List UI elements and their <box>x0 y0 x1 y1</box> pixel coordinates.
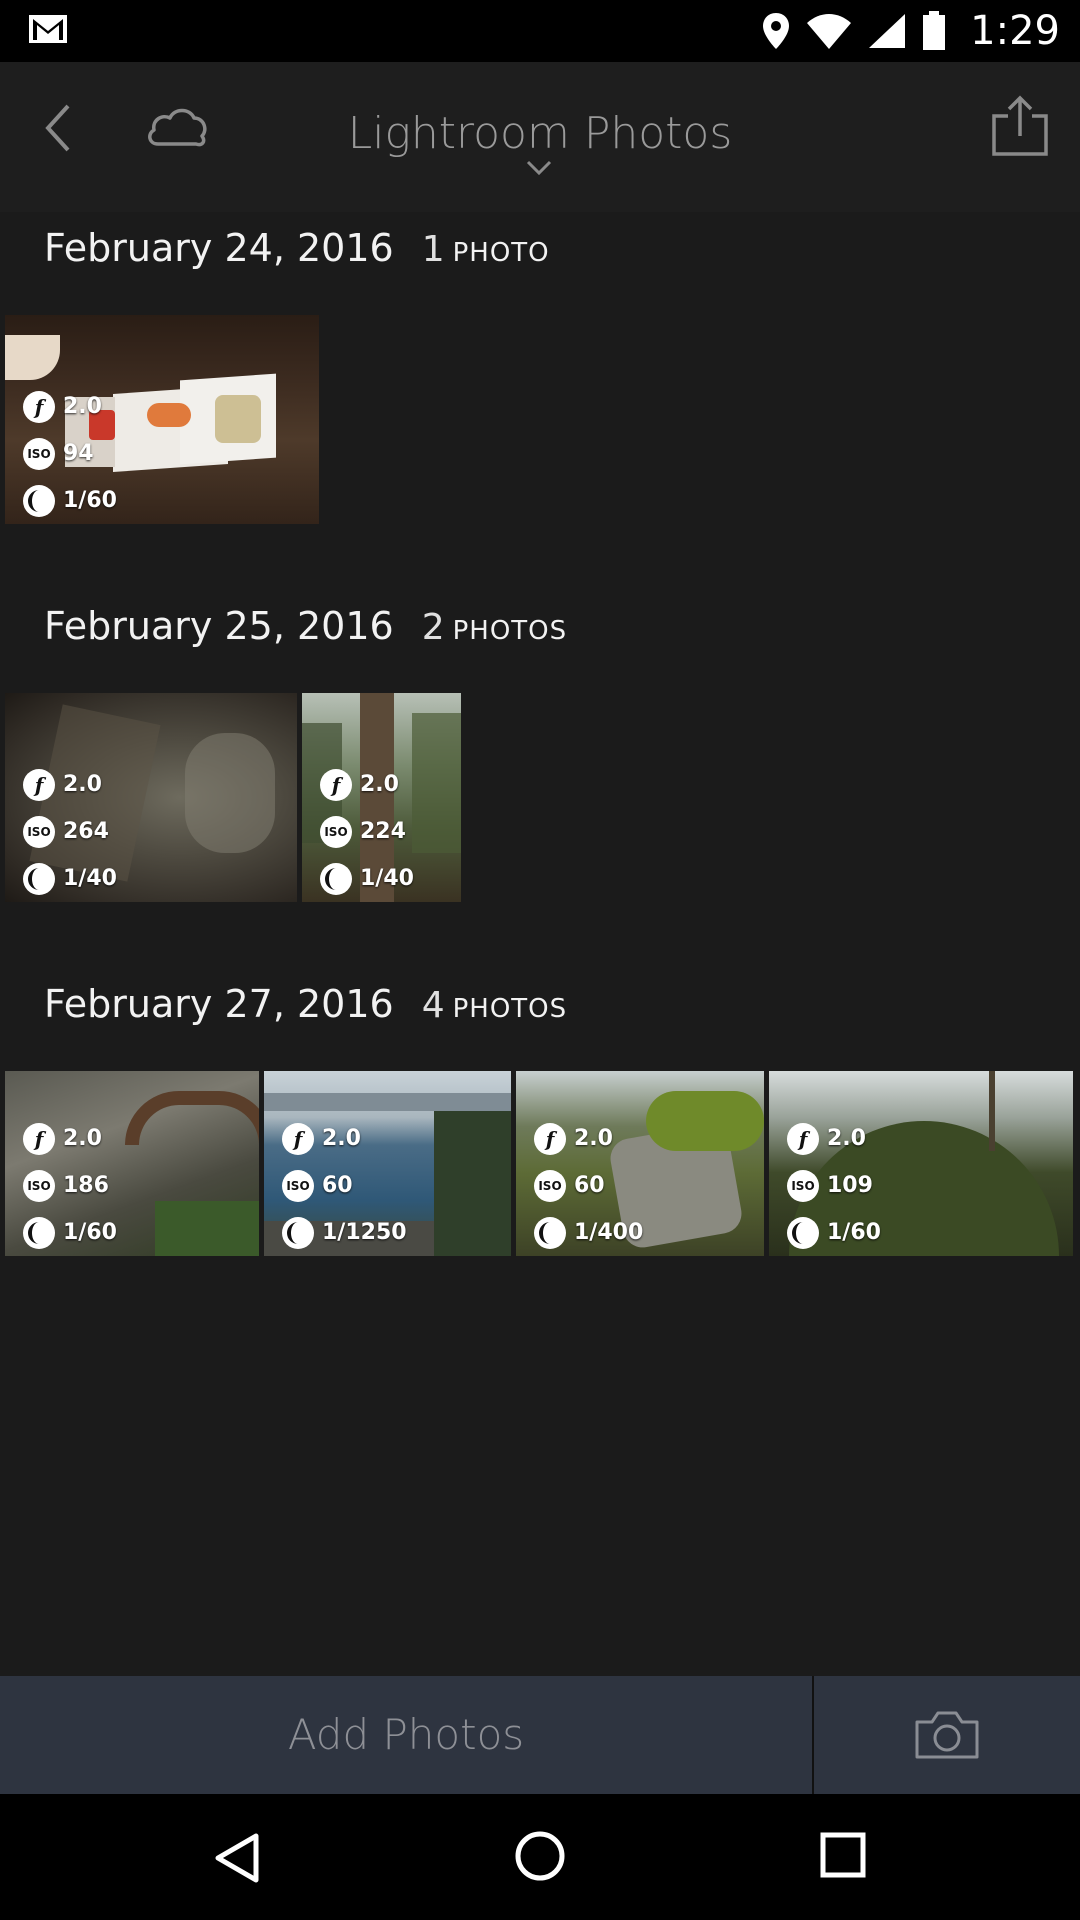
add-photos-button[interactable]: Add Photos <box>0 1676 812 1794</box>
gmail-icon <box>29 15 67 43</box>
shutter-value: 1/1250 <box>322 1220 407 1245</box>
add-photos-label: Add Photos <box>287 1710 525 1759</box>
iso-icon: ISO <box>23 1169 55 1202</box>
shutter-speed-icon <box>282 1216 314 1249</box>
shutter-value: 1/400 <box>574 1220 644 1245</box>
iso-icon: ISO <box>534 1169 566 1202</box>
iso-icon: ISO <box>23 815 55 848</box>
aperture-icon: f <box>320 768 352 801</box>
nav-home-icon[interactable] <box>514 1830 566 1882</box>
group-header: February 24, 2016 1 PHOTO <box>44 226 550 270</box>
aperture-value: 2.0 <box>63 772 102 797</box>
group-header: February 27, 2016 4 PHOTOS <box>44 982 567 1026</box>
aperture-icon: f <box>23 1122 55 1155</box>
photo-metadata: f 2.0 ISO 60 1/1250 <box>282 1115 407 1256</box>
iso-icon: ISO <box>23 437 55 470</box>
status-time: 1:29 <box>970 8 1060 54</box>
shutter-value: 1/60 <box>63 488 117 513</box>
photo-thumbnail[interactable]: f 2.0 ISO 109 1/60 <box>769 1071 1073 1256</box>
aperture-icon: f <box>23 390 55 423</box>
aperture-icon: f <box>787 1122 819 1155</box>
photo-metadata: f 2.0 ISO 224 1/40 <box>320 761 414 902</box>
photo-thumbnail[interactable]: f 2.0 ISO 186 1/60 <box>5 1071 259 1256</box>
photo-metadata: f 2.0 ISO 94 1/60 <box>23 383 117 524</box>
photo-metadata: f 2.0 ISO 60 1/400 <box>534 1115 643 1256</box>
shutter-speed-icon <box>787 1216 819 1249</box>
share-icon[interactable] <box>990 92 1050 162</box>
aperture-icon: f <box>282 1122 314 1155</box>
photo-thumbnail[interactable]: f 2.0 ISO 264 1/40 <box>5 693 297 902</box>
cell-signal-icon <box>869 14 906 48</box>
aperture-value: 2.0 <box>63 1126 102 1151</box>
aperture-value: 2.0 <box>360 772 399 797</box>
battery-icon <box>923 11 946 50</box>
aperture-value: 2.0 <box>322 1126 361 1151</box>
shutter-value: 1/40 <box>360 866 414 891</box>
aperture-icon: f <box>23 768 55 801</box>
shutter-value: 1/60 <box>827 1220 881 1245</box>
group-count: 1 <box>421 229 445 270</box>
group-count-unit: PHOTOS <box>452 994 568 1024</box>
group-date: February 25, 2016 <box>44 604 394 648</box>
photo-metadata: f 2.0 ISO 109 1/60 <box>787 1115 881 1256</box>
app-bar: Lightroom Photos <box>0 62 1080 212</box>
shutter-speed-icon <box>23 484 55 517</box>
iso-value: 109 <box>827 1173 873 1198</box>
iso-value: 186 <box>63 1173 109 1198</box>
group-date: February 27, 2016 <box>44 982 394 1026</box>
chevron-down-icon[interactable] <box>526 158 552 178</box>
iso-value: 264 <box>63 819 109 844</box>
iso-icon: ISO <box>282 1169 314 1202</box>
iso-value: 60 <box>322 1173 353 1198</box>
group-count-unit: PHOTOS <box>452 616 568 646</box>
shutter-speed-icon <box>23 862 55 895</box>
group-date: February 24, 2016 <box>44 226 394 270</box>
group-header: February 25, 2016 2 PHOTOS <box>44 604 567 648</box>
photo-metadata: f 2.0 ISO 264 1/40 <box>23 761 117 902</box>
page-title[interactable]: Lightroom Photos <box>0 108 1080 159</box>
group-count: 4 <box>421 985 445 1026</box>
shutter-speed-icon <box>320 862 352 895</box>
group-count-unit: PHOTO <box>452 238 550 268</box>
photo-metadata: f 2.0 ISO 186 1/60 <box>23 1115 117 1256</box>
camera-button[interactable] <box>814 1676 1080 1794</box>
aperture-value: 2.0 <box>63 394 102 419</box>
navigation-bar <box>0 1794 1080 1920</box>
status-bar: 1:29 <box>0 0 1080 62</box>
photo-thumbnail[interactable]: f 2.0 ISO 60 1/400 <box>516 1071 764 1256</box>
group-count: 2 <box>421 607 445 648</box>
iso-value: 224 <box>360 819 406 844</box>
photo-thumbnail[interactable]: f 2.0 ISO 94 1/60 <box>5 315 319 524</box>
photo-thumbnail[interactable]: f 2.0 ISO 224 1/40 <box>302 693 461 902</box>
shutter-value: 1/60 <box>63 1220 117 1245</box>
iso-icon: ISO <box>320 815 352 848</box>
iso-value: 60 <box>574 1173 605 1198</box>
iso-icon: ISO <box>787 1169 819 1202</box>
wifi-icon <box>807 14 852 49</box>
location-icon <box>763 13 790 49</box>
shutter-speed-icon <box>23 1216 55 1249</box>
shutter-speed-icon <box>534 1216 566 1249</box>
shutter-value: 1/40 <box>63 866 117 891</box>
aperture-value: 2.0 <box>574 1126 613 1151</box>
aperture-value: 2.0 <box>827 1126 866 1151</box>
iso-value: 94 <box>63 441 94 466</box>
photo-thumbnail[interactable]: f 2.0 ISO 60 1/1250 <box>264 1071 511 1256</box>
nav-recents-icon[interactable] <box>820 1832 866 1878</box>
camera-icon <box>915 1711 979 1759</box>
aperture-icon: f <box>534 1122 566 1155</box>
nav-back-icon[interactable] <box>212 1832 262 1884</box>
